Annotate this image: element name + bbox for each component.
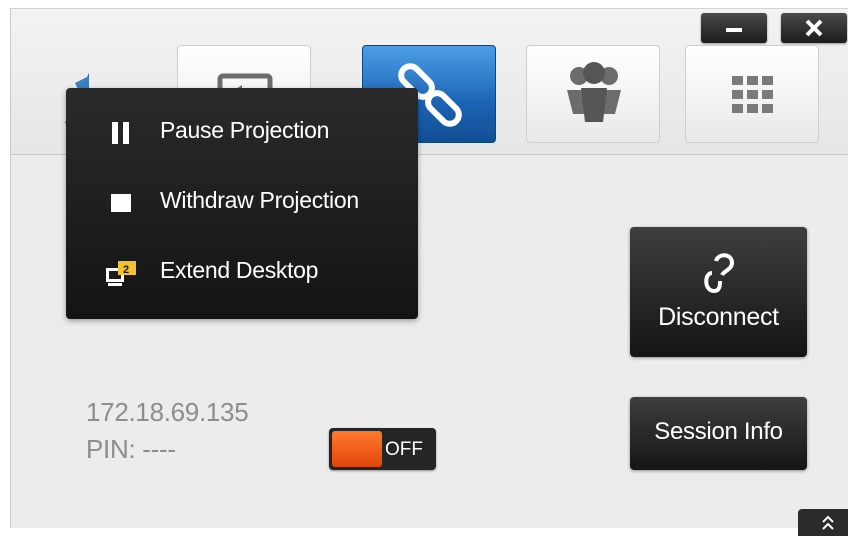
menu-item-label: Withdraw Projection: [160, 187, 359, 213]
menu-item-label: Pause Projection: [160, 117, 330, 143]
grid-icon: [732, 76, 773, 113]
pin-toggle[interactable]: OFF: [329, 428, 436, 470]
tab-apps[interactable]: [685, 45, 819, 143]
menu-item-withdraw-projection[interactable]: Withdraw Projection: [66, 172, 418, 232]
svg-text:2: 2: [123, 264, 129, 276]
menu-item-pause-projection[interactable]: Pause Projection: [66, 102, 418, 162]
ip-address: 172.18.69.135: [86, 397, 249, 427]
extend-desktop-icon: 2: [106, 261, 136, 286]
chevron-up-icon: [822, 515, 834, 530]
pause-icon: [112, 122, 129, 144]
pin-label: PIN: ----: [86, 434, 176, 464]
session-info-button[interactable]: Session Info: [630, 397, 807, 470]
close-button[interactable]: [781, 13, 847, 43]
session-info-label: Session Info: [654, 418, 783, 445]
disconnect-label: Disconnect: [658, 303, 779, 331]
stop-icon: [111, 194, 131, 212]
projection-menu: Pause Projection Withdraw Projection 2 E…: [66, 88, 418, 319]
toggle-knob: [332, 431, 382, 467]
menu-item-label: Extend Desktop: [160, 257, 319, 283]
people-icon: [567, 62, 621, 122]
toggle-label: OFF: [385, 439, 423, 460]
disconnect-button[interactable]: Disconnect: [630, 227, 807, 357]
tab-participants[interactable]: [526, 45, 660, 143]
menu-item-extend-desktop[interactable]: 2 Extend Desktop: [66, 242, 418, 302]
minimize-button[interactable]: [701, 13, 767, 43]
expand-button[interactable]: [798, 509, 848, 536]
broken-link-icon: [704, 253, 735, 294]
